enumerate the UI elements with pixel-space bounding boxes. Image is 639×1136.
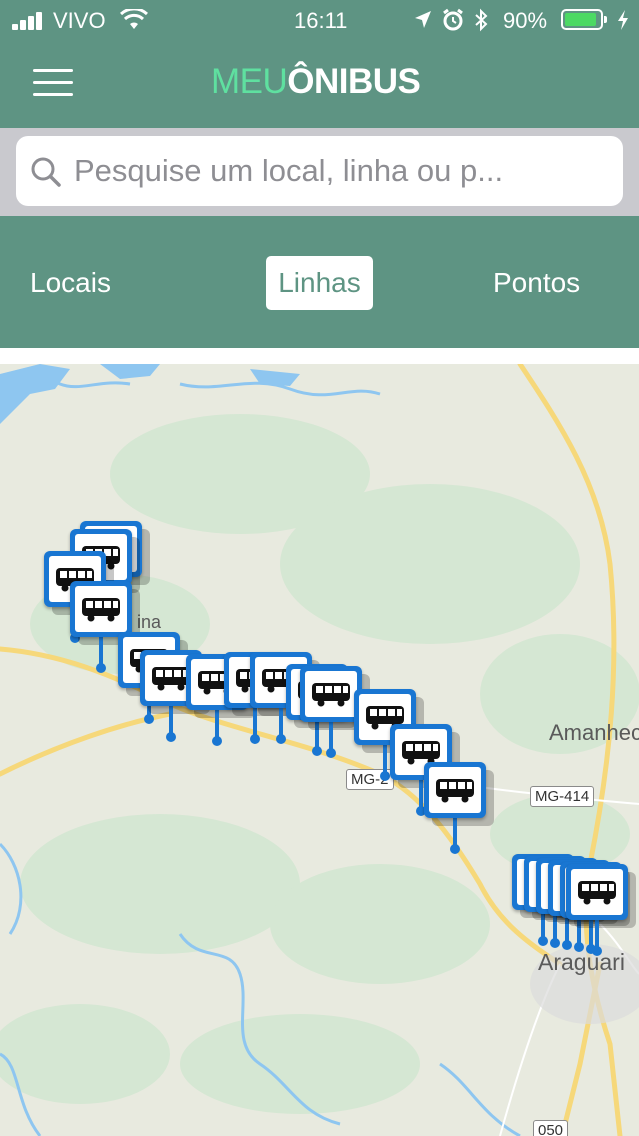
alarm-icon [443, 8, 463, 31]
bluetooth-icon [475, 8, 488, 32]
map-label-amanhec: Amanhec [549, 720, 639, 745]
search-icon [31, 157, 61, 187]
battery-icon [561, 9, 607, 30]
tab-locais[interactable]: Locais [30, 256, 111, 310]
status-bar: VIVO 16:11 90% [0, 0, 639, 40]
clock-time: 16:11 [294, 8, 348, 33]
app-logo: MEUÔNIBUS [211, 62, 421, 102]
road-badge-050: 050 [533, 1120, 569, 1136]
charging-icon [618, 10, 628, 30]
tabs-spacer [0, 348, 639, 364]
bus-icon [75, 586, 127, 632]
bus-stop-marker[interactable] [424, 762, 494, 854]
hamburger-menu-icon[interactable] [33, 69, 73, 97]
carrier-label: VIVO [53, 8, 106, 33]
app-header: MEUÔNIBUS [0, 40, 639, 128]
search-bar-container [0, 128, 639, 216]
tab-pontos[interactable]: Pontos [493, 256, 580, 310]
road-badge-mg-414: MG-414 [530, 786, 595, 807]
map-label-partial-city: ina [137, 612, 162, 632]
bus-stop-marker[interactable] [566, 864, 636, 956]
logo-text-onibus: ÔNIBUS [287, 62, 421, 101]
location-arrow-icon [415, 11, 431, 28]
bus-icon [305, 671, 357, 717]
search-input[interactable] [74, 146, 604, 196]
bus-icon [571, 869, 623, 915]
tab-linhas[interactable]: Linhas [266, 256, 373, 310]
bus-icon [429, 767, 481, 813]
logo-text-meu: MEU [211, 62, 288, 101]
segment-tabs: Locais Linhas Pontos [0, 216, 639, 348]
map-view[interactable]: Amanhec Araguari ina MG-2 MG-414 050 [0, 364, 639, 1136]
signal-icon [12, 12, 46, 30]
wifi-icon [120, 9, 148, 29]
battery-percent: 90% [503, 8, 548, 33]
bus-stop-marker[interactable] [300, 666, 370, 758]
search-box[interactable] [16, 136, 623, 206]
